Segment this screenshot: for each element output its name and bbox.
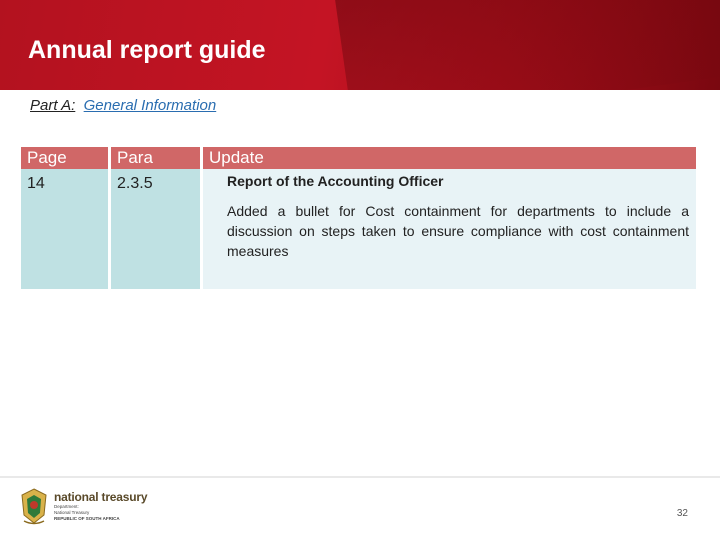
- title-banner: Annual report guide: [0, 0, 720, 90]
- column-header-update: Update: [203, 147, 696, 169]
- org-line-3: REPUBLIC OF SOUTH AFRICA: [54, 516, 120, 521]
- org-name: national treasury: [54, 490, 148, 504]
- column-header-para: Para: [111, 147, 200, 169]
- subtitle-prefix: Part A:: [30, 97, 76, 114]
- cell-para: 2.3.5: [111, 169, 200, 289]
- column-header-page: Page: [21, 147, 108, 169]
- coat-of-arms-icon: [21, 488, 47, 525]
- org-logo-text: national treasury Department: National T…: [54, 490, 148, 522]
- cell-page: 14: [21, 169, 108, 289]
- page-number: 32: [676, 508, 688, 519]
- subtitle-link[interactable]: General Information: [84, 97, 217, 114]
- page-title: Annual report guide: [28, 36, 266, 64]
- update-title: Report of the Accounting Officer: [227, 173, 444, 189]
- cell-update: Report of the Accounting Officer Added a…: [203, 169, 696, 289]
- footer-divider: [0, 476, 720, 478]
- section-subtitle: Part A: General Information: [30, 97, 216, 114]
- banner-swoosh: [330, 0, 720, 90]
- update-text: Added a bullet for Cost containment for …: [227, 203, 689, 259]
